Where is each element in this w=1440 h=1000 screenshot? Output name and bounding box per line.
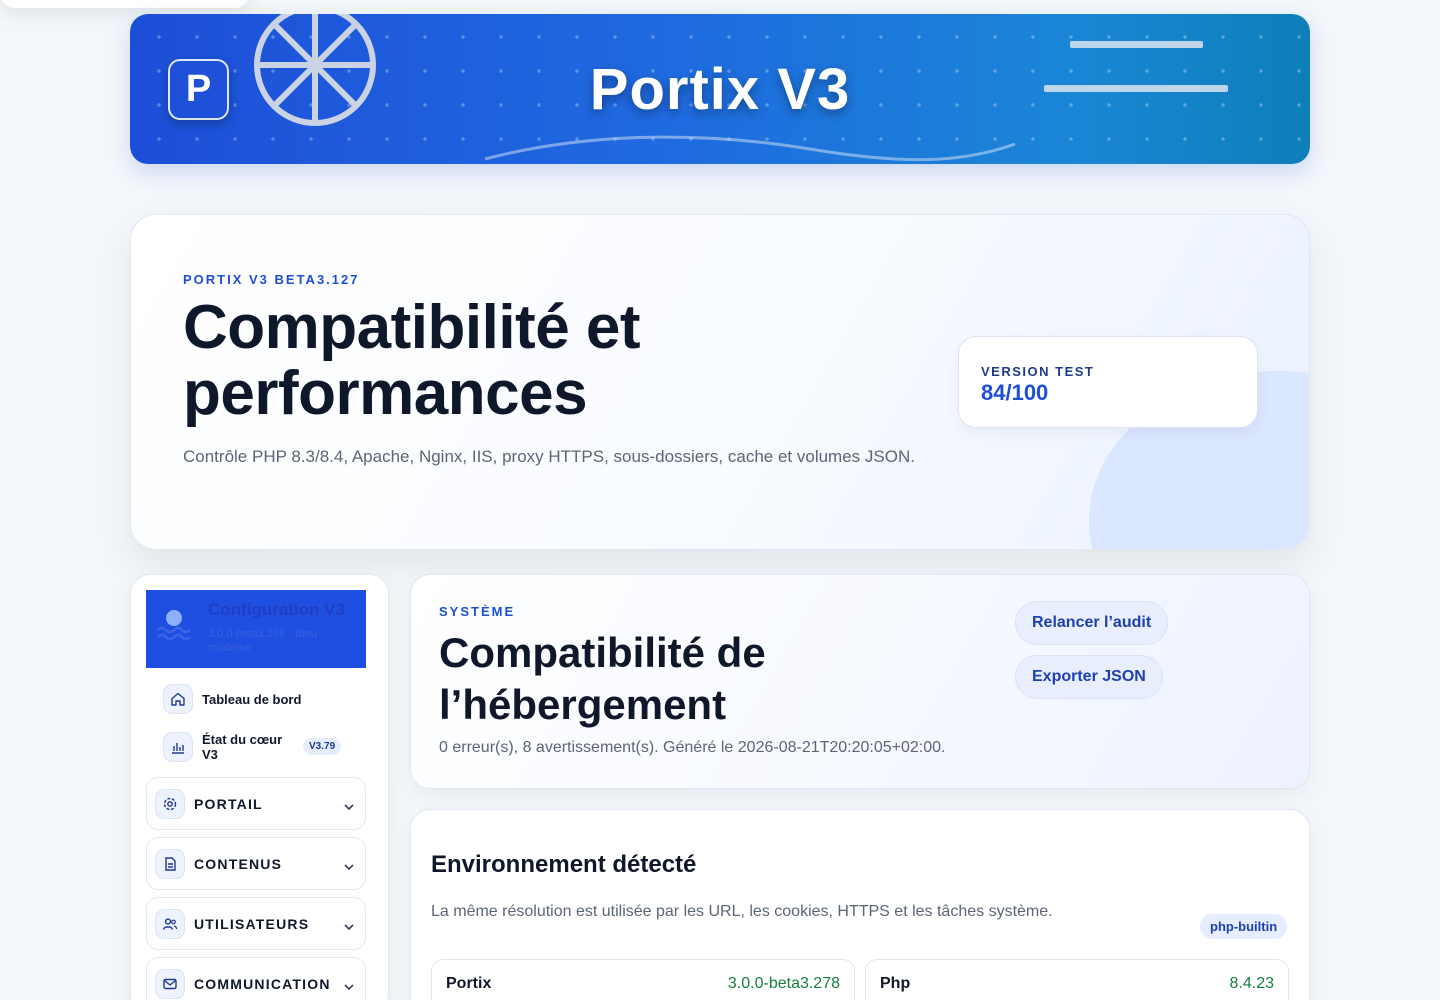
sidebar-title: Configuration V3: [208, 600, 345, 619]
environment-card: Environnement détecté La même résolution…: [410, 809, 1310, 1000]
section-title-line2: l’hébergement: [439, 681, 727, 728]
environment-item-label: Portix: [446, 975, 492, 992]
section-title: Compatibilité de l’hébergement: [439, 627, 959, 731]
page-title-line2: performances: [183, 359, 588, 428]
sidebar-item-core-status[interactable]: État du cœur V3 V3.79: [163, 732, 363, 762]
chevron-down-icon: [344, 863, 354, 870]
page-title: Compatibilité et performances: [183, 293, 641, 428]
sidebar-header[interactable]: Configuration V3 3.0.0-beta3.278 · Bleu …: [146, 590, 366, 668]
banner-decor-bar: [1070, 41, 1203, 48]
environment-item: Php 8.4.23: [865, 959, 1289, 1000]
audit-summary: 0 erreur(s), 8 avertissement(s). Généré …: [439, 739, 946, 756]
chevron-down-icon: [344, 983, 354, 990]
portal-banner: P Portix V3: [130, 14, 1310, 164]
sidebar-group-contenus[interactable]: CONTENUS: [146, 837, 366, 890]
hero-card: PORTIX V3 BETA3.127 Compatibilité et per…: [130, 214, 1310, 550]
sidebar-group-label: PORTAIL: [194, 795, 263, 812]
banner-wave-decor: [484, 135, 1016, 162]
environment-item-value: 8.4.23: [1229, 975, 1274, 992]
export-json-button[interactable]: Exporter JSON: [1015, 655, 1163, 699]
hero-description: Contrôle PHP 8.3/8.4, Apache, Nginx, IIS…: [183, 447, 915, 466]
chart-icon: [163, 732, 193, 762]
sidebar-group-portail[interactable]: PORTAIL: [146, 777, 366, 830]
chevron-down-icon: [344, 923, 354, 930]
sidebar: Configuration V3 3.0.0-beta3.278 · Bleu …: [130, 574, 389, 1000]
environment-item-value: 3.0.0-beta3.278: [727, 975, 840, 992]
environment-item: Portix 3.0.0-beta3.278: [431, 959, 855, 1000]
document-icon: [155, 848, 185, 879]
section-kicker: SYSTÈME: [439, 604, 516, 619]
version-score-value: 84/100: [981, 380, 1049, 405]
server-type-badge: php-builtin: [1200, 914, 1288, 939]
environment-item-label: Php: [880, 975, 911, 992]
sidebar-group-communication[interactable]: COMMUNICATION: [146, 957, 366, 1000]
section-title-line1: Compatibilité de: [439, 629, 766, 676]
version-score-label: VERSION TEST: [981, 364, 1095, 379]
sidebar-item-dashboard[interactable]: Tableau de bord: [163, 684, 301, 714]
sidebar-item-label: Tableau de bord: [202, 691, 302, 707]
version-badge: V3.79: [303, 738, 342, 755]
sidebar-group-label: COMMUNICATION: [194, 975, 331, 992]
users-icon: [155, 908, 185, 939]
mail-icon: [155, 968, 185, 999]
page-title-line1: Compatibilité et: [183, 293, 641, 362]
top-floating-pill: [0, 0, 250, 8]
wave-logo-icon: [157, 610, 191, 641]
gear-icon: [155, 788, 185, 819]
environment-title: Environnement détecté: [431, 851, 697, 878]
sidebar-item-label: État du cœur V3: [202, 732, 282, 762]
version-score-badge: VERSION TEST 84/100: [958, 336, 1258, 428]
environment-description: La même résolution est utilisée par les …: [431, 903, 1053, 920]
system-compatibility-card: SYSTÈME Compatibilité de l’hébergement 0…: [410, 574, 1310, 789]
sidebar-item-label-line1: État du cœur: [202, 732, 283, 747]
chevron-down-icon: [344, 803, 354, 810]
home-icon: [163, 684, 193, 714]
hero-kicker: PORTIX V3 BETA3.127: [183, 272, 360, 287]
sidebar-group-label: UTILISATEURS: [194, 915, 310, 932]
sidebar-subtitle: 3.0.0-beta3.278 · Bleu moderne: [208, 628, 317, 654]
rerun-audit-button[interactable]: Relancer l’audit: [1015, 601, 1169, 645]
banner-decor-bar: [1044, 85, 1228, 92]
sidebar-item-label-line2: V3: [202, 747, 218, 762]
sidebar-group-label: CONTENUS: [194, 855, 283, 872]
sidebar-group-utilisateurs[interactable]: UTILISATEURS: [146, 897, 366, 950]
